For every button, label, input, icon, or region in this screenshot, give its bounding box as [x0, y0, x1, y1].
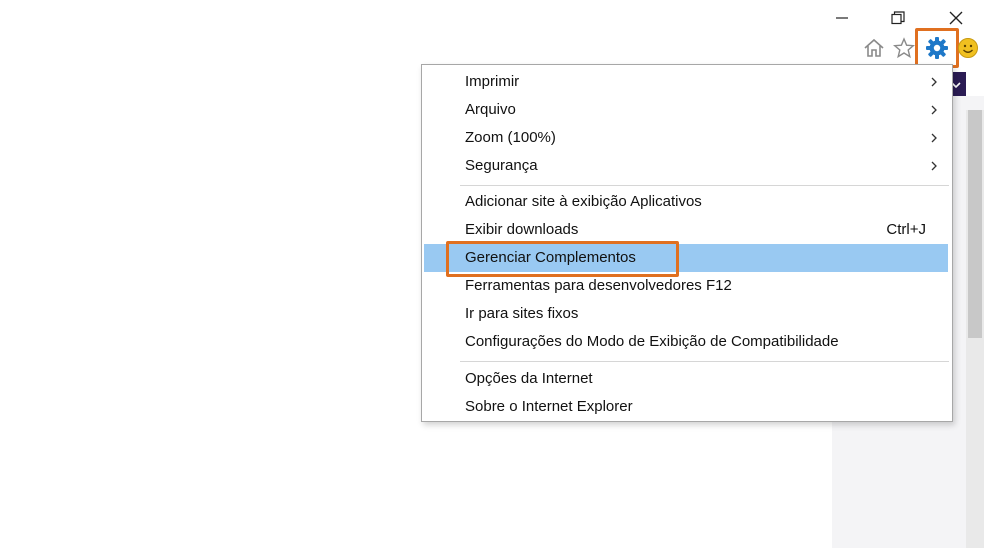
- menu-item-zoom[interactable]: Zoom (100%): [422, 124, 952, 152]
- menu-item-arquivo[interactable]: Arquivo: [422, 96, 952, 124]
- restore-icon: [891, 11, 905, 25]
- favorites-button[interactable]: [891, 35, 917, 61]
- minimize-icon: [836, 17, 848, 19]
- annotation-highlight-box: [446, 241, 679, 277]
- menu-item-label: Adicionar site à exibição Aplicativos: [465, 193, 702, 210]
- menu-item-label: Segurança: [465, 157, 538, 174]
- menu-item-shortcut: Ctrl+J: [886, 221, 926, 238]
- menu-item-label: Ferramentas para desenvolvedores F12: [465, 277, 732, 294]
- feedback-button[interactable]: [956, 35, 980, 61]
- smiley-icon: [958, 38, 978, 58]
- menu-item-label: Ir para sites fixos: [465, 305, 579, 322]
- chevron-right-icon: [931, 133, 937, 143]
- menu-item-sobre[interactable]: Sobre o Internet Explorer: [422, 393, 952, 421]
- close-icon: [949, 11, 963, 25]
- star-icon: [893, 37, 915, 59]
- menu-item-opcoes-internet[interactable]: Opções da Internet: [422, 365, 952, 393]
- menu-item-label: Zoom (100%): [465, 129, 556, 146]
- menu-item-label: Arquivo: [465, 101, 516, 118]
- menu-item-exibir-downloads[interactable]: Exibir downloads Ctrl+J: [422, 216, 952, 244]
- chevron-right-icon: [931, 77, 937, 87]
- menu-item-imprimir[interactable]: Imprimir: [422, 68, 952, 96]
- restore-button[interactable]: [878, 4, 918, 32]
- menu-item-label: Configurações do Modo de Exibição de Com…: [465, 333, 839, 350]
- home-icon: [864, 38, 884, 57]
- menu-item-adicionar-site[interactable]: Adicionar site à exibição Aplicativos: [422, 188, 952, 216]
- gear-annotation-box: [915, 28, 959, 68]
- home-button[interactable]: [861, 35, 887, 61]
- chevron-right-icon: [931, 105, 937, 115]
- menu-item-label: Exibir downloads: [465, 221, 579, 238]
- minimize-button[interactable]: [822, 4, 862, 32]
- menu-item-label: Imprimir: [465, 73, 520, 90]
- tools-menu: Imprimir Arquivo Zoom (100%) Segurança A…: [421, 64, 953, 422]
- menu-item-compatibilidade[interactable]: Configurações do Modo de Exibição de Com…: [422, 328, 952, 356]
- menu-item-sites-fixos[interactable]: Ir para sites fixos: [422, 300, 952, 328]
- menu-separator: [460, 185, 949, 186]
- menu-separator: [460, 361, 949, 362]
- chevron-right-icon: [931, 161, 937, 171]
- menu-item-label: Opções da Internet: [465, 370, 593, 387]
- menu-item-label: Sobre o Internet Explorer: [465, 398, 633, 415]
- menu-item-seguranca[interactable]: Segurança: [422, 152, 952, 180]
- scrollbar-thumb[interactable]: [968, 110, 982, 338]
